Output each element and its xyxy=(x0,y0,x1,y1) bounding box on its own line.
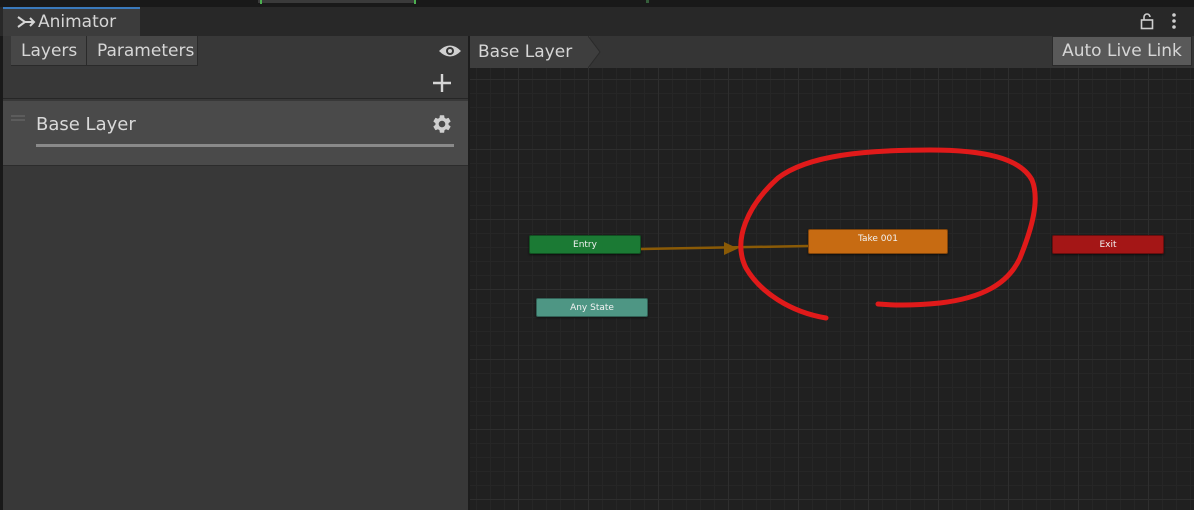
breadcrumb-label: Base Layer xyxy=(478,42,573,62)
state-label: Entry xyxy=(573,240,597,250)
animator-tab[interactable]: Animator xyxy=(3,7,140,36)
state-label: Take 001 xyxy=(858,234,898,244)
state-label: Exit xyxy=(1099,240,1117,250)
graph-toolbar: Base Layer Auto Live Link xyxy=(470,36,1194,68)
tab-parameters-label: Parameters xyxy=(97,41,195,61)
state-machine-graph[interactable]: Entry Any State Take 001 Exit xyxy=(470,68,1194,510)
breadcrumb-arrow-icon xyxy=(588,36,601,68)
layer-weight-bar xyxy=(36,144,454,147)
state-node-entry[interactable]: Entry xyxy=(529,235,641,254)
tab-layers-label: Layers xyxy=(21,41,78,61)
green-marker xyxy=(414,0,416,4)
lock-icon[interactable] xyxy=(1140,12,1154,30)
tab-parameters[interactable]: Parameters xyxy=(87,36,198,66)
state-label: Any State xyxy=(570,303,614,313)
state-node-any-state[interactable]: Any State xyxy=(536,298,648,317)
state-node-take-001[interactable]: Take 001 xyxy=(808,229,948,254)
green-marker xyxy=(646,0,649,3)
drag-handle-icon[interactable] xyxy=(11,115,25,121)
add-layer-icon[interactable] xyxy=(431,72,453,94)
layers-panel: Layers Parameters Base Layer xyxy=(3,36,468,510)
tab-title: Animator xyxy=(38,12,117,32)
animator-icon xyxy=(17,16,36,28)
toolbar-edge xyxy=(258,0,416,3)
auto-live-link-label: Auto Live Link xyxy=(1062,41,1182,61)
layer-name: Base Layer xyxy=(36,114,136,135)
state-node-exit[interactable]: Exit xyxy=(1052,235,1164,254)
green-marker xyxy=(260,0,262,4)
divider xyxy=(3,98,468,99)
tab-layers[interactable]: Layers xyxy=(11,36,87,66)
breadcrumb[interactable]: Base Layer xyxy=(470,36,590,68)
window-title-bar xyxy=(0,7,1194,36)
kebab-menu-icon[interactable] xyxy=(1169,12,1179,30)
auto-live-link-button[interactable]: Auto Live Link xyxy=(1052,36,1192,66)
layer-item-base-layer[interactable]: Base Layer xyxy=(3,101,468,166)
eye-icon[interactable] xyxy=(438,44,462,58)
top-strip xyxy=(0,0,1194,7)
gear-icon[interactable] xyxy=(431,113,453,135)
